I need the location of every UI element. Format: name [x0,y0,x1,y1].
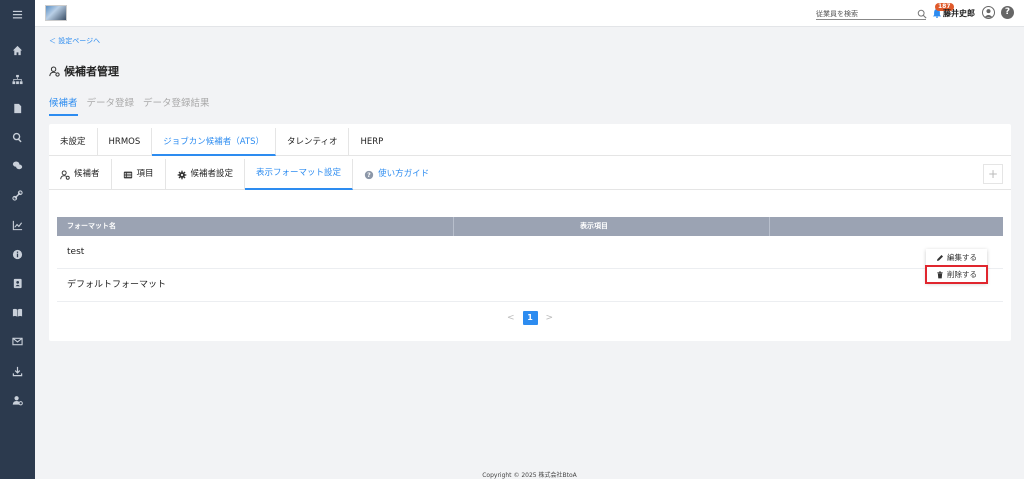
table-header: フォーマット名 表示項目 [57,217,1003,236]
sub-tab-candidates-label: 候補者 [74,169,100,179]
employee-search-input[interactable] [816,8,926,20]
help-icon[interactable]: ? [1001,6,1014,19]
usage-guide-label: 使い方ガイド [378,169,430,179]
integration-tab-jobcan-ats[interactable]: ジョブカン候補者（ATS） [152,128,276,156]
integration-tab-hrmos[interactable]: HRMOS [98,128,153,156]
contact-book-icon[interactable] [0,275,35,291]
link-icon[interactable] [0,187,35,203]
delete-menu-item[interactable]: 削除する [925,265,988,284]
mail-icon[interactable] [0,333,35,349]
document-icon[interactable] [0,100,35,116]
sub-tab-candidate-settings[interactable]: 候補者設定 [166,159,246,190]
column-display-items: 表示項目 [580,222,608,230]
sub-tab-candidate-settings-label: 候補者設定 [190,169,234,179]
sub-tab-candidates[interactable]: 候補者 [49,159,112,190]
page-number-1[interactable]: 1 [522,311,538,325]
tab-data-registration-results[interactable]: データ登録結果 [143,95,210,116]
chat-icon[interactable] [0,157,35,173]
footer-copyright: Copyright © 2025 株式会社BtoA [482,472,577,479]
row-action-menu: 編集する 削除する [925,249,988,284]
integration-tabs: 未設定 HRMOS ジョブカン候補者（ATS） タレンティオ HERP [49,128,1011,156]
home-icon[interactable] [0,42,35,58]
add-tab-button[interactable]: + [983,164,1003,184]
page-title-text: 候補者管理 [64,65,119,78]
tab-data-registration[interactable]: データ登録 [87,95,135,116]
sub-tab-items-label: 項目 [136,169,154,179]
back-to-settings-link[interactable]: ＜ 設定ページへ [49,36,100,46]
next-page-button[interactable]: > [546,313,554,323]
sub-tabs: 候補者 項目 候補者設定 表示フォーマット設定 ? 使い方ガイド [49,159,1011,190]
page-title: 候補者管理 [49,63,119,79]
delete-menu-label: 削除する [947,270,977,279]
edit-menu-item[interactable]: 編集する [926,249,987,266]
hamburger-menu-icon[interactable] [0,6,35,22]
format-name-cell: test [67,247,85,257]
format-name-cell: デフォルトフォーマット [67,280,167,290]
org-chart-icon[interactable] [0,71,35,87]
column-divider [453,217,454,236]
table-row[interactable]: test [57,236,1003,269]
search-icon[interactable] [917,9,927,19]
candidate-management-icon [49,66,60,77]
prev-page-button[interactable]: < [507,313,515,323]
download-icon[interactable] [0,363,35,379]
column-divider [769,217,770,236]
svg-text:?: ? [367,172,371,179]
top-tabs: 候補者 データ登録 データ登録結果 [49,95,210,116]
tab-candidates[interactable]: 候補者 [49,95,78,116]
trash-icon [937,271,943,278]
user-name[interactable]: 藤井史郎 [943,8,975,19]
gear-icon [177,170,186,179]
sub-tab-items[interactable]: 項目 [112,159,166,190]
top-header: 187 藤井史郎 ? [35,0,1024,27]
format-table: フォーマット名 表示項目 test デフォルトフォーマット [57,217,1003,302]
candidate-icon [60,169,70,180]
pagination: < 1 > [49,311,1011,325]
column-format-name: フォーマット名 [67,222,116,230]
company-logo[interactable] [45,5,67,21]
sub-tab-usage-guide[interactable]: ? 使い方ガイド [353,159,440,190]
user-avatar-icon[interactable] [982,6,995,19]
integration-tab-unset[interactable]: 未設定 [49,128,98,156]
book-icon[interactable] [0,304,35,320]
integration-tab-herp[interactable]: HERP [349,128,394,156]
info-icon[interactable] [0,246,35,262]
integration-tab-talentio[interactable]: タレンティオ [276,128,350,156]
pencil-icon [937,254,943,261]
sidebar [0,0,35,479]
user-settings-icon[interactable] [0,392,35,408]
search-icon[interactable] [0,129,35,145]
question-circle-icon: ? [364,170,374,179]
sub-tab-display-format[interactable]: 表示フォーマット設定 [245,159,354,190]
edit-menu-label: 編集する [947,253,977,262]
chart-icon[interactable] [0,217,35,233]
main-card: 未設定 HRMOS ジョブカン候補者（ATS） タレンティオ HERP 候補者 … [49,124,1011,341]
table-row[interactable]: デフォルトフォーマット [57,269,1003,302]
list-icon [123,171,132,178]
